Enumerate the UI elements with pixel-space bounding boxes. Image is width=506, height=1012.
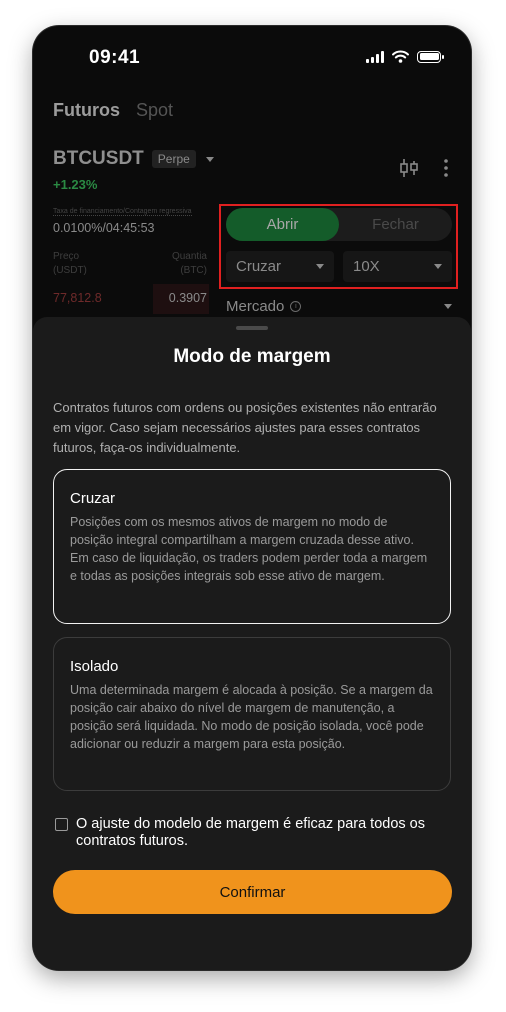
sheet-title: Modo de margem [173, 346, 331, 367]
checkbox-icon[interactable] [55, 818, 68, 831]
option-description: Uma determinada margem é alocada à posiç… [70, 683, 433, 751]
apply-all-checkbox-row[interactable]: O ajuste do modelo de margem é eficaz pa… [55, 816, 455, 850]
status-bar: 09:41 [33, 26, 471, 86]
perpetual-badge: Perpe [151, 150, 196, 168]
orderbook-ask-price[interactable]: 77,812.8 [53, 291, 102, 305]
info-icon[interactable]: i [290, 300, 302, 312]
tab-futuros[interactable]: Futuros [53, 100, 120, 121]
signal-icon [366, 50, 384, 63]
option-cross-margin[interactable]: Cruzar Posições com os mesmos ativos de … [53, 469, 451, 624]
tab-spot[interactable]: Spot [136, 100, 173, 121]
wifi-icon [392, 50, 409, 63]
apply-all-label: O ajuste do modelo de margem é eficaz pa… [76, 816, 425, 849]
funding-rate-label[interactable]: Taxa de financiamento/Contagem regressiv… [53, 208, 192, 216]
status-time: 09:41 [89, 47, 141, 68]
margin-mode-sheet: Modo de margem Contratos futuros com ord… [33, 317, 471, 970]
option-title: Isolado [70, 658, 119, 675]
funding-rate-value: 0.0100%/04:45:53 [53, 221, 155, 235]
orderbook-ask-qty: 0.3907 [168, 291, 207, 305]
header-actions [399, 158, 449, 178]
status-icons [366, 50, 444, 63]
sheet-description: Contratos futuros com ordens ou posições… [53, 400, 437, 455]
order-type-select[interactable]: Mercado i [226, 292, 452, 320]
market-tabs: Futuros Spot [53, 100, 173, 121]
pair-name: BTCUSDT [53, 148, 144, 169]
caret-down-icon [205, 156, 214, 162]
highlight-outline [219, 204, 458, 289]
battery-icon [417, 50, 444, 63]
sheet-grabber[interactable] [236, 326, 268, 330]
confirm-button[interactable]: Confirmar [53, 870, 452, 914]
price-change: +1.23% [53, 177, 98, 192]
orderbook-qty-header: Quantia (BTC) [171, 251, 207, 276]
orderbook-price-header: Preço (USDT) [53, 251, 87, 276]
more-vertical-icon[interactable] [443, 158, 449, 178]
option-description: Posições com os mesmos ativos de margem … [70, 515, 428, 583]
option-isolated-margin[interactable]: Isolado Uma determinada margem é alocada… [53, 637, 451, 791]
pair-selector[interactable]: BTCUSDT Perpe [53, 148, 214, 170]
phone-frame: 09:41 Futuros Spot BTCUSDT Perpe +1.23% [33, 26, 471, 970]
option-title: Cruzar [70, 490, 116, 507]
candlestick-chart-icon[interactable] [399, 158, 419, 178]
caret-down-icon [444, 303, 452, 309]
